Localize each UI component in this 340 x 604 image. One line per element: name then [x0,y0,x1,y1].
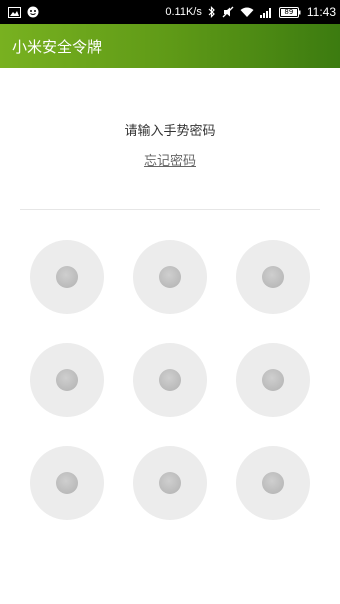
pattern-grid [0,0,340,604]
pattern-node-1[interactable] [30,240,104,314]
pattern-dot [262,472,284,494]
pattern-node-4[interactable] [30,343,104,417]
pattern-dot [56,472,78,494]
pattern-dot [56,266,78,288]
pattern-node-9[interactable] [236,446,310,520]
pattern-node-2[interactable] [133,240,207,314]
pattern-dot [262,266,284,288]
pattern-node-6[interactable] [236,343,310,417]
pattern-dot [159,472,181,494]
pattern-dot [56,369,78,391]
pattern-node-8[interactable] [133,446,207,520]
pattern-dot [159,369,181,391]
pattern-dot [159,266,181,288]
pattern-node-7[interactable] [30,446,104,520]
pattern-dot [262,369,284,391]
pattern-node-5[interactable] [133,343,207,417]
pattern-node-3[interactable] [236,240,310,314]
